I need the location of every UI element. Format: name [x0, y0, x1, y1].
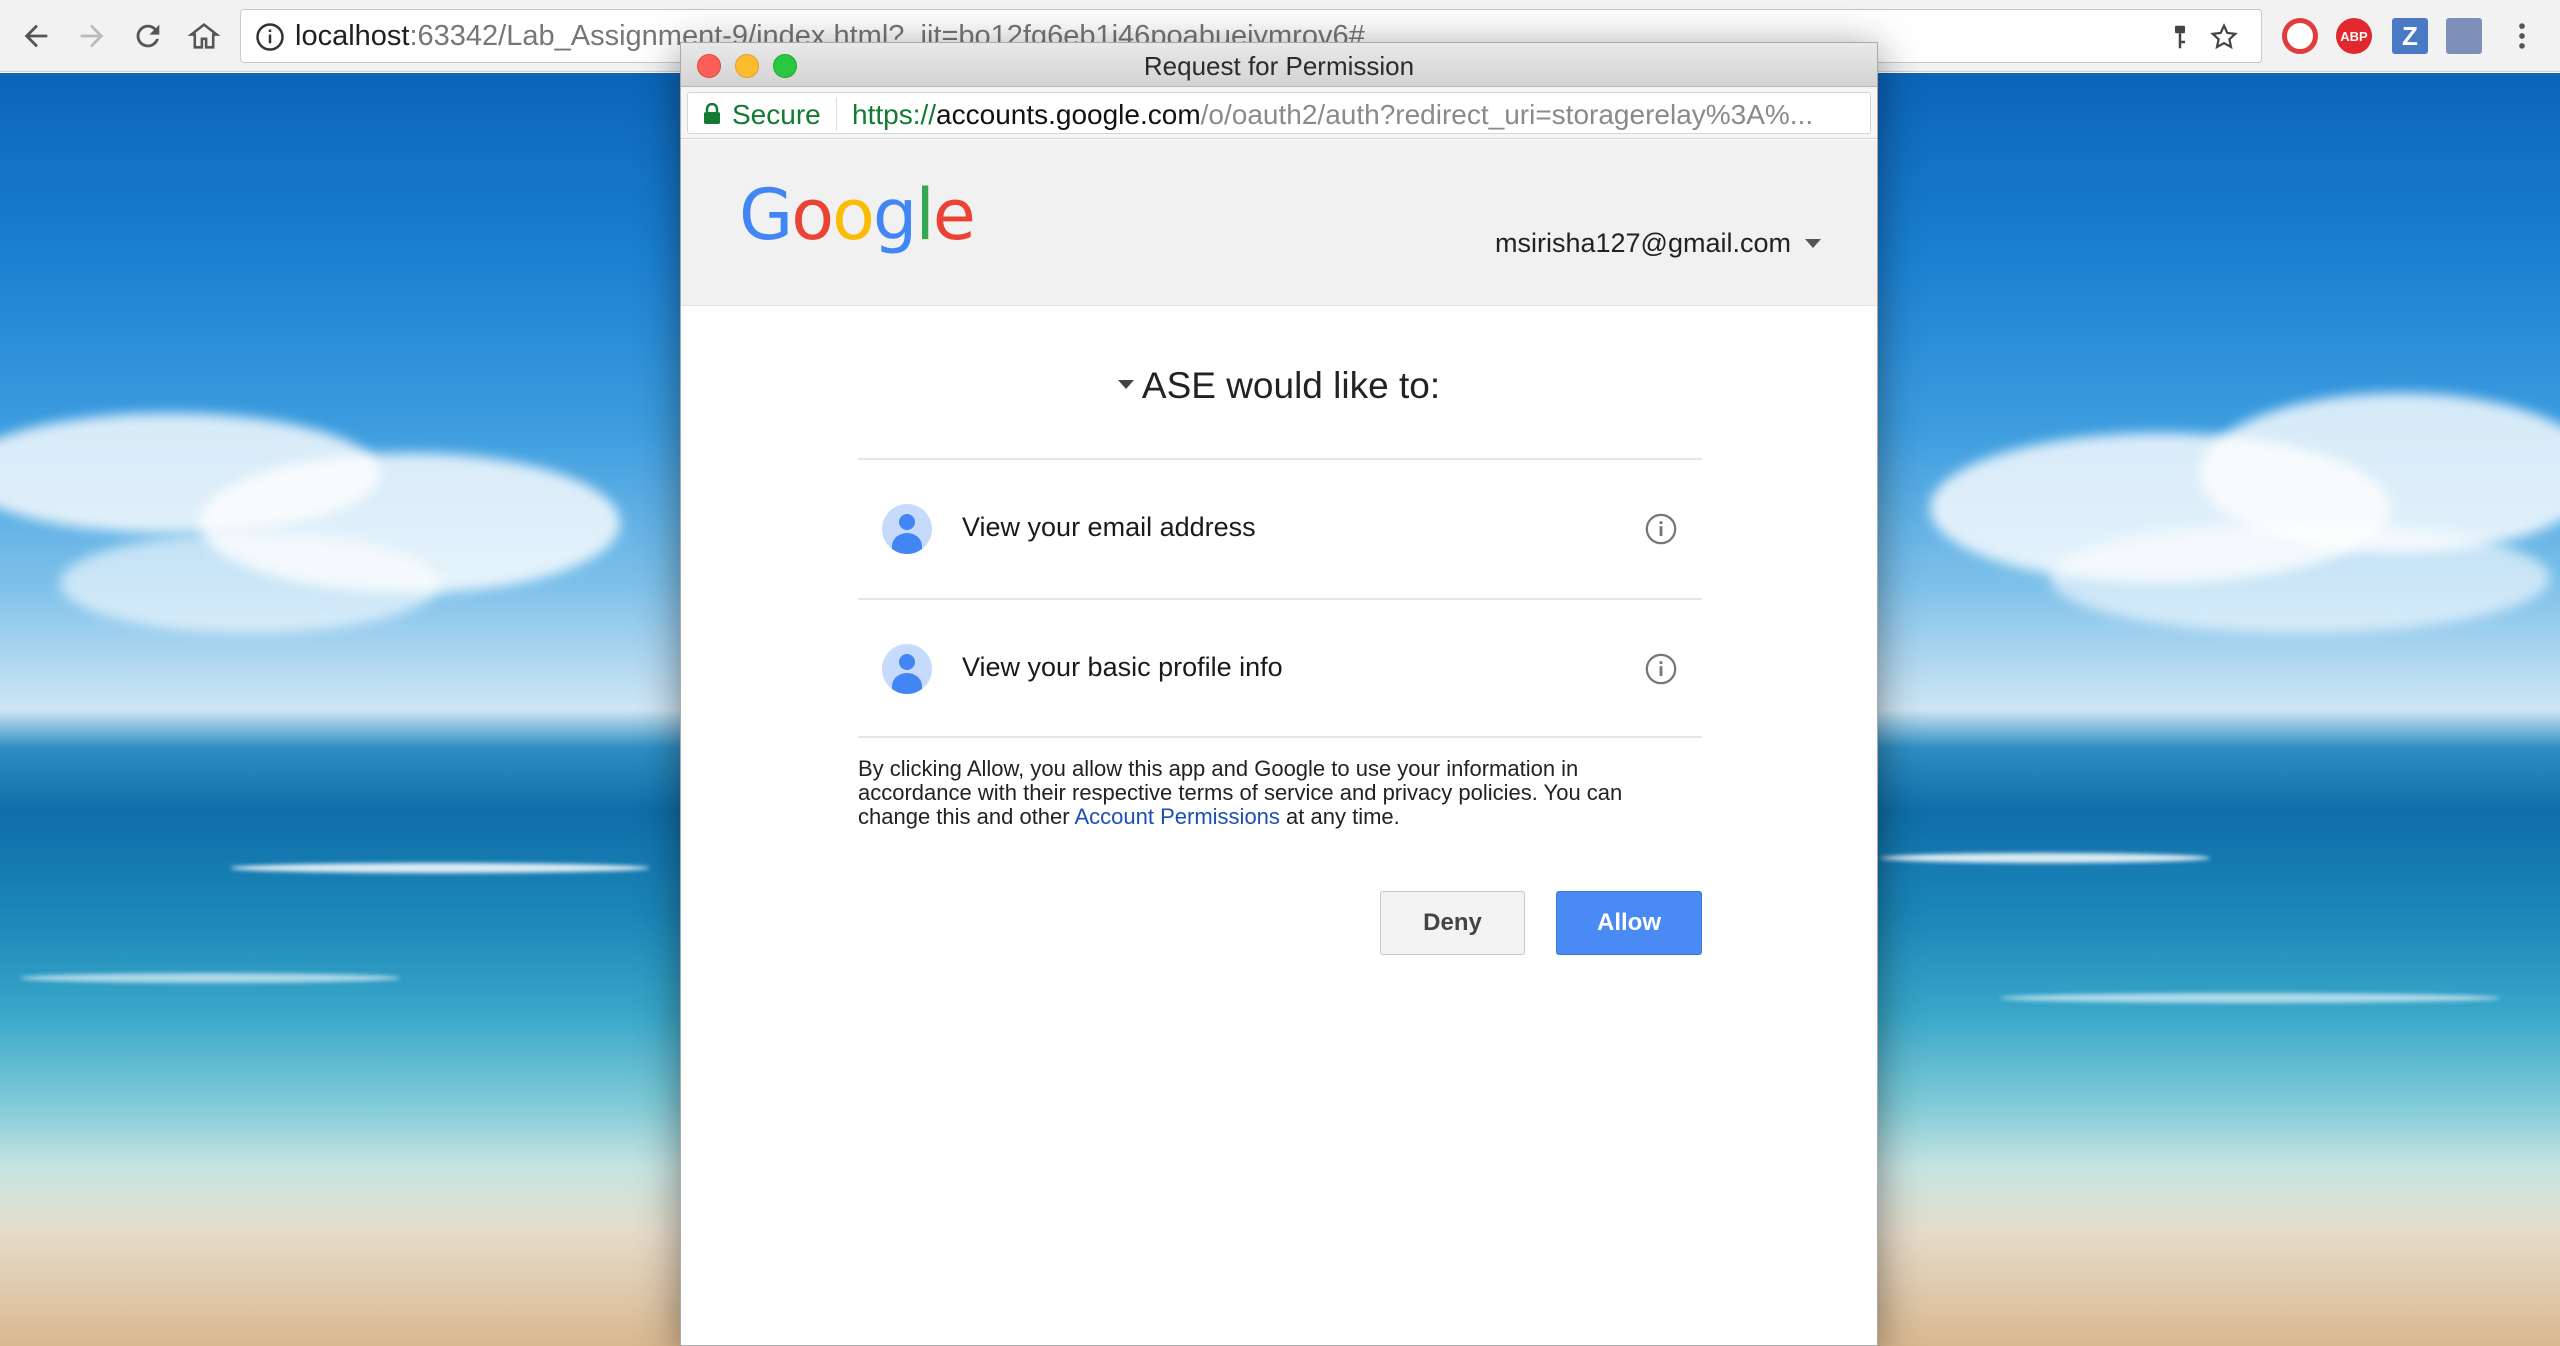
- wave: [230, 863, 650, 873]
- popup-address-bar: Secure https://accounts.google.com/o/oau…: [681, 87, 1877, 139]
- more-vert-icon: [2519, 23, 2525, 49]
- permission-item-profile: View your basic profile info: [858, 598, 1702, 738]
- reload-button[interactable]: [126, 14, 170, 58]
- bookmark-star-icon[interactable]: [2209, 22, 2239, 52]
- reload-icon: [136, 24, 160, 48]
- menu-button[interactable]: [2500, 14, 2544, 58]
- deny-button[interactable]: Deny: [1380, 891, 1525, 955]
- popup-titlebar: Request for Permission: [681, 43, 1877, 87]
- abp-label: ABP: [2340, 28, 2368, 44]
- permission-label: View your email address: [962, 512, 1256, 542]
- account-switcher[interactable]: msirisha127@gmail.com: [1495, 228, 1821, 259]
- cloud: [2050, 523, 2550, 633]
- abp-icon[interactable]: ABP: [2336, 18, 2372, 54]
- forward-arrow-icon: [80, 24, 104, 48]
- secure-label: Secure: [732, 99, 821, 130]
- consent-heading[interactable]: ASE would like to:: [681, 365, 1877, 407]
- chevron-down-icon: [1805, 239, 1821, 248]
- popup-url: https://accounts.google.com/o/oauth2/aut…: [852, 99, 1814, 130]
- person-icon: [882, 504, 932, 554]
- back-button[interactable]: [14, 14, 58, 58]
- info-icon[interactable]: [1644, 512, 1678, 546]
- permission-label: View your basic profile info: [962, 652, 1283, 682]
- allow-button[interactable]: Allow: [1556, 891, 1702, 955]
- cloud: [60, 533, 440, 633]
- permission-item-email: View your email address: [858, 458, 1702, 598]
- site-info-icon[interactable]: [255, 22, 285, 52]
- forward-button[interactable]: [70, 14, 114, 58]
- consent-heading-text: ASE would like to:: [1141, 365, 1441, 406]
- info-icon[interactable]: [1644, 652, 1678, 686]
- home-button[interactable]: [182, 14, 226, 58]
- divider: [836, 97, 837, 131]
- google-header: Google msirisha127@gmail.com: [681, 140, 1877, 306]
- popup-title: Request for Permission: [1143, 51, 1415, 81]
- opera-icon[interactable]: [2282, 18, 2318, 54]
- wave: [2000, 993, 2500, 1003]
- caret-down-icon: [1117, 379, 1134, 389]
- permission-popup-window: Request for Permission Secure https://ac…: [680, 42, 1878, 1346]
- key-icon[interactable]: [2165, 22, 2195, 52]
- wave: [20, 973, 400, 983]
- home-icon: [187, 23, 221, 49]
- z-label: Z: [2402, 20, 2418, 51]
- z-icon[interactable]: Z: [2392, 18, 2428, 54]
- account-email: msirisha127@gmail.com: [1495, 228, 1791, 258]
- permission-list: View your email address View your basic …: [858, 458, 1702, 738]
- account-permissions-link[interactable]: Account Permissions: [1075, 804, 1280, 829]
- person-icon: [882, 644, 932, 694]
- back-arrow-icon: [24, 24, 48, 48]
- wave: [1880, 853, 2210, 863]
- google-logo: Google: [739, 174, 976, 256]
- popup-url-field[interactable]: Secure https://accounts.google.com/o/oau…: [687, 92, 1871, 134]
- photo-icon[interactable]: [2446, 18, 2482, 54]
- lock-icon: [704, 103, 720, 124]
- consent-disclaimer: By clicking Allow, you allow this app an…: [858, 756, 1623, 829]
